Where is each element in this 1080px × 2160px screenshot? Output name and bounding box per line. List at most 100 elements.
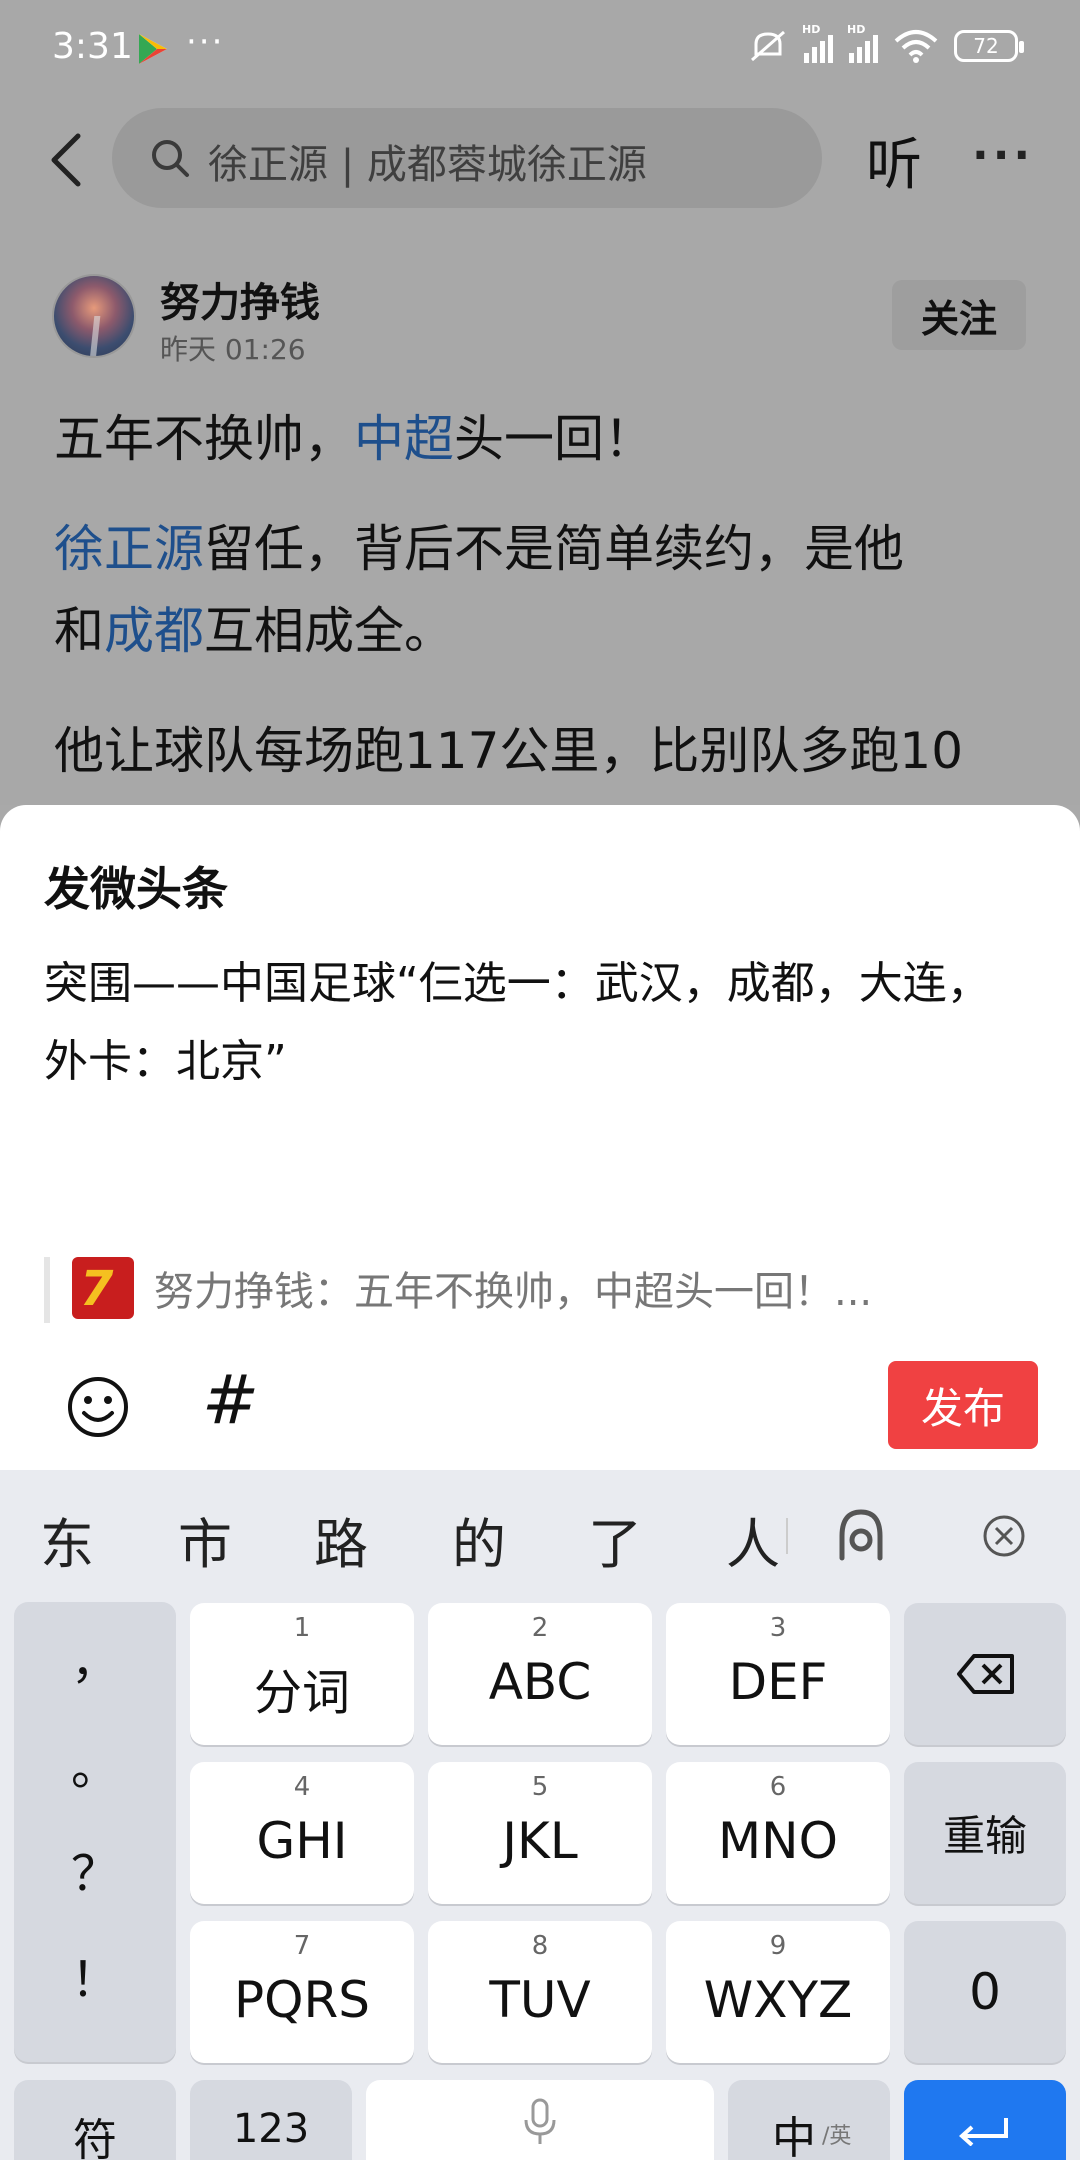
- quoted-post-text: 努力挣钱：五年不换帅，中超头一回！...: [154, 1269, 873, 1315]
- quote-thumbnail: 7: [72, 1257, 134, 1319]
- key-3-def[interactable]: 3 DEF: [666, 1603, 890, 1745]
- key-label: PQRS: [234, 1971, 370, 2029]
- candidate-word[interactable]: 路: [314, 1500, 368, 1579]
- article-paragraph-2: 徐正源留任，背后不是简单续约，是他 和成都互相成全。: [54, 508, 1034, 672]
- wifi-icon: [894, 30, 938, 63]
- key-label: 123: [232, 2106, 310, 2152]
- enter-icon: [959, 2118, 1008, 2146]
- emoji-icon[interactable]: [66, 1375, 130, 1439]
- language-switch-key[interactable]: 中 /英: [728, 2080, 890, 2160]
- backspace-icon: [957, 1654, 1014, 1694]
- key-label: JKL: [502, 1812, 578, 1870]
- hashtag-icon[interactable]: #: [202, 1361, 259, 1440]
- enter-key[interactable]: [904, 2080, 1066, 2160]
- key-0[interactable]: 0: [904, 1921, 1066, 2063]
- key-label: ABC: [488, 1653, 592, 1711]
- punct-comma[interactable]: ，: [14, 1622, 176, 1692]
- candidate-word[interactable]: 市: [178, 1500, 232, 1579]
- article-paragraph-3: 他让球队每场跑117公里，比别队多跑10: [54, 722, 964, 780]
- paragraph-text: 留任，背后不是简单续约，是他: [204, 520, 904, 578]
- key-number: 5: [531, 1772, 549, 1802]
- candidate-word[interactable]: 的: [452, 1500, 506, 1579]
- signal-2-icon: HD: [847, 23, 878, 63]
- ime-logo-icon[interactable]: [832, 1506, 890, 1564]
- number-mode-key[interactable]: 123: [190, 2080, 352, 2160]
- key-number: 7: [293, 1931, 311, 1961]
- key-number: 2: [531, 1613, 549, 1643]
- post-time: 昨天 01:26: [160, 333, 306, 366]
- signal-1-icon: HD: [802, 23, 833, 63]
- compose-title: 发微头条: [44, 862, 228, 916]
- status-more-dots: ···: [186, 22, 225, 62]
- author-name[interactable]: 努力挣钱: [160, 270, 320, 328]
- key-number: 6: [769, 1772, 787, 1802]
- author-avatar[interactable]: [52, 274, 136, 358]
- key-7-pqrs[interactable]: 7 PQRS: [190, 1921, 414, 2063]
- collapse-keyboard-icon[interactable]: [982, 1514, 1026, 1558]
- candidate-bar: 东 市 路 的 了 人: [0, 1470, 1080, 1598]
- key-5-jkl[interactable]: 5 JKL: [428, 1762, 652, 1904]
- key-8-tuv[interactable]: 8 TUV: [428, 1921, 652, 2063]
- follow-button[interactable]: 关注: [892, 280, 1026, 350]
- punctuation-column[interactable]: ， 。 ？ ！: [14, 1602, 176, 2062]
- topic-link-chengdu[interactable]: 成都: [104, 602, 204, 660]
- punct-question[interactable]: ？: [14, 1834, 176, 1904]
- compose-sheet: 发微头条 突围——中国足球“仨选一：武汉，成都，大连，外卡：北京” 7 努力挣钱…: [0, 805, 1080, 1470]
- search-query-text: 徐正源 | 成都蓉城徐正源: [208, 142, 647, 188]
- candidate-word[interactable]: 了: [588, 1500, 642, 1579]
- search-bar[interactable]: 徐正源 | 成都蓉城徐正源: [112, 108, 822, 208]
- listen-button[interactable]: 听: [866, 120, 922, 201]
- key-label: TUV: [489, 1971, 591, 2029]
- microphone-icon: [524, 2098, 556, 2144]
- battery-icon: 72: [954, 30, 1024, 62]
- space-voice-key[interactable]: [366, 2080, 714, 2160]
- key-sublabel: /英: [822, 2124, 852, 2149]
- key-number: 9: [769, 1931, 787, 1961]
- key-number: 3: [769, 1613, 787, 1643]
- key-9-wxyz[interactable]: 9 WXYZ: [666, 1921, 890, 2063]
- candidate-divider: [786, 1518, 788, 1554]
- quote-divider: [44, 1257, 50, 1323]
- quote-thumbnail-glyph: 7: [80, 1261, 114, 1317]
- publish-button[interactable]: 发布: [888, 1361, 1038, 1449]
- punct-period[interactable]: 。: [14, 1728, 176, 1798]
- key-label: 重输: [942, 1811, 1027, 1861]
- key-6-mno[interactable]: 6 MNO: [666, 1762, 890, 1904]
- key-label: 0: [969, 1963, 1001, 2021]
- article-paragraph-1: 五年不换帅，中超头一回！: [54, 398, 1034, 480]
- key-1-fenci[interactable]: 1 分词: [190, 1603, 414, 1745]
- compose-text-input[interactable]: 突围——中国足球“仨选一：武汉，成都，大连，外卡：北京”: [44, 945, 1034, 1101]
- paragraph-text: 和: [54, 602, 104, 660]
- symbol-key[interactable]: 符: [14, 2080, 176, 2160]
- key-label: 分词: [253, 1665, 350, 1721]
- more-options-icon[interactable]: ···: [972, 130, 1034, 181]
- status-bar: 3:31 ··· HD HD 72: [0, 0, 1080, 100]
- key-label: DEF: [728, 1653, 828, 1711]
- article-content: 努力挣钱 昨天 01:26 关注 五年不换帅，中超头一回！ 徐正源留任，背后不是…: [0, 220, 1080, 805]
- candidate-word[interactable]: 人: [726, 1500, 780, 1579]
- key-label: GHI: [256, 1812, 348, 1870]
- status-time: 3:31: [52, 26, 133, 67]
- play-store-icon: [139, 34, 167, 64]
- key-label: 中: [772, 2113, 816, 2160]
- key-label: WXYZ: [703, 1971, 853, 2029]
- topic-link-xu-zhengyuan[interactable]: 徐正源: [54, 520, 204, 578]
- key-label: MNO: [718, 1812, 838, 1870]
- paragraph-text: 五年不换帅，: [54, 410, 354, 468]
- candidate-word[interactable]: 东: [40, 1500, 94, 1579]
- mute-icon: [751, 30, 785, 62]
- search-icon: [152, 140, 189, 177]
- punct-exclaim[interactable]: ！: [14, 1940, 176, 2010]
- backspace-key[interactable]: [904, 1603, 1066, 1745]
- ime-keyboard: 东 市 路 的 了 人 ， 。 ？ ！ 1 分词 2 ABC 3 DEF 4 G…: [0, 1470, 1080, 2160]
- topic-link-csl[interactable]: 中超: [354, 410, 454, 468]
- key-2-abc[interactable]: 2 ABC: [428, 1603, 652, 1745]
- paragraph-text: 头一回！: [454, 410, 654, 468]
- back-arrow-icon[interactable]: [46, 132, 86, 188]
- reinput-key[interactable]: 重输: [904, 1762, 1066, 1904]
- key-number: 8: [531, 1931, 549, 1961]
- app-header: 徐正源 | 成都蓉城徐正源 听 ···: [0, 100, 1080, 220]
- key-number: 1: [293, 1613, 311, 1643]
- paragraph-text: 互相成全。: [204, 602, 454, 660]
- key-4-ghi[interactable]: 4 GHI: [190, 1762, 414, 1904]
